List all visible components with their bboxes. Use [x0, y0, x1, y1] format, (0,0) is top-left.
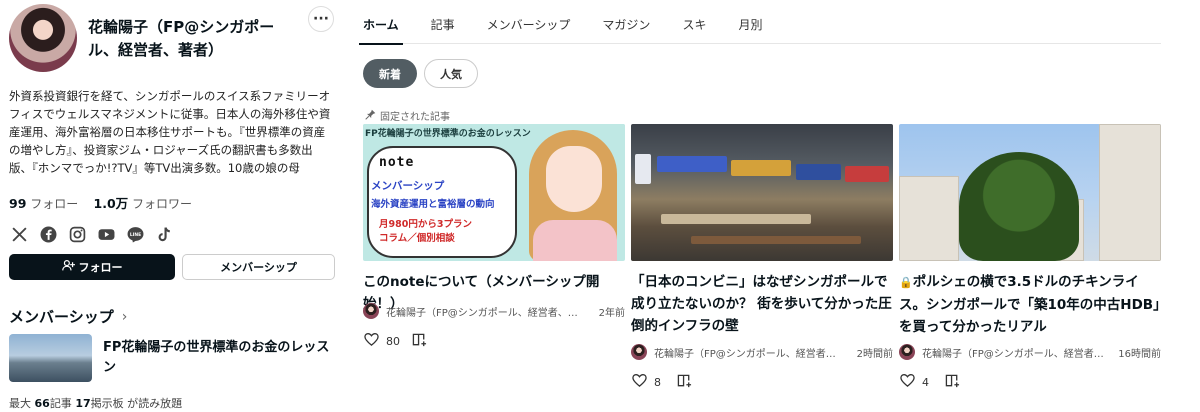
article-thumbnail[interactable]	[899, 124, 1161, 261]
photo-detail	[959, 152, 1079, 261]
facebook-icon[interactable]	[40, 226, 57, 243]
tab-membership[interactable]: メンバーシップ	[487, 0, 571, 44]
like-count: 80	[386, 334, 400, 348]
article-time: 16時間前	[1118, 348, 1161, 360]
like-count: 8	[654, 375, 661, 389]
photo-detail	[899, 176, 959, 261]
bookmark-icon[interactable]	[677, 373, 692, 391]
image-text-line: コラム／個別相談	[379, 233, 455, 244]
board-count: 17	[75, 397, 91, 410]
heart-icon[interactable]	[900, 373, 915, 391]
heart-icon[interactable]	[632, 373, 647, 391]
illustration-face	[546, 146, 602, 212]
article-label: 記事	[49, 397, 72, 410]
image-text-line: 海外資産運用と富裕層の動向	[371, 199, 495, 210]
article-title-text: ポルシェの横で3.5ドルのチキンライス。シンガポールで「築10年の中古HDB」を…	[899, 274, 1160, 335]
tab-home[interactable]: ホーム	[359, 0, 403, 45]
social-links: LINE	[11, 226, 173, 243]
author-name[interactable]: 花輪陽子（FP@シンガポール、経営者、…	[386, 304, 591, 319]
board-label: 掲示板 が読み放題	[90, 397, 183, 410]
pinned-text: 固定された記事	[380, 112, 450, 123]
article-title[interactable]: 🔒ポルシェの横で3.5ドルのチキンライス。シンガポールで「築10年の中古HDB」…	[899, 271, 1161, 338]
author-name[interactable]: 花輪陽子（FP@シンガポール、経営者…	[922, 345, 1110, 360]
tab-monthly[interactable]: 月別	[738, 0, 762, 44]
author-avatar[interactable]	[899, 344, 915, 360]
author-avatar[interactable]	[631, 344, 647, 360]
lock-icon: 🔒	[899, 276, 913, 289]
article-count: 66	[34, 397, 50, 410]
article-author-row: 花輪陽子（FP@シンガポール、経営者、… 2年前	[363, 303, 625, 319]
article-time: 2時間前	[856, 348, 893, 360]
tab-magazine[interactable]: マガジン	[602, 0, 650, 44]
follow-count[interactable]: 99	[9, 196, 26, 211]
chevron-right-icon: ›	[121, 308, 128, 325]
article-actions: 80	[364, 332, 427, 350]
filter-new[interactable]: 新着	[363, 59, 417, 88]
membership-meta: 最大 66記事 17掲示板 が読み放題	[9, 395, 182, 411]
pin-icon	[365, 109, 376, 123]
membership-heading[interactable]: メンバーシップ ›	[9, 306, 127, 327]
photo-detail	[845, 166, 889, 182]
membership-title[interactable]: FP花輪陽子の世界標準のお金のレッスン	[103, 338, 335, 378]
photo-detail	[796, 164, 841, 180]
follow-label[interactable]: フォロー	[30, 197, 78, 211]
heart-icon[interactable]	[364, 332, 379, 350]
photo-detail	[635, 154, 651, 184]
article-time: 2年前	[598, 307, 625, 319]
image-text-line: メンバーシップ	[371, 180, 445, 192]
follower-count[interactable]: 1.0万	[94, 196, 129, 211]
bookmark-icon[interactable]	[412, 332, 427, 350]
membership-thumbnail[interactable]	[9, 334, 92, 382]
tab-likes[interactable]: スキ	[682, 0, 706, 44]
profile-tabs: ホーム 記事 メンバーシップ マガジン スキ 月別	[359, 0, 1161, 45]
instagram-icon[interactable]	[69, 226, 86, 243]
follow-button[interactable]: フォロー	[9, 254, 175, 280]
illustration-body	[533, 220, 617, 261]
add-user-icon	[61, 259, 75, 275]
article-thumbnail[interactable]: FP花輪陽子の世界標準のお金のレッスン note メンバーシップ 海外資産運用と…	[363, 124, 625, 261]
filter-popular[interactable]: 人気	[424, 59, 478, 88]
photo-detail	[661, 214, 811, 224]
x-icon[interactable]	[11, 226, 28, 243]
photo-detail	[657, 156, 727, 172]
photo-detail	[1099, 124, 1161, 261]
article-author-row: 花輪陽子（FP@シンガポール、経営者… 16時間前	[899, 344, 1161, 360]
membership-heading-label: メンバーシップ	[9, 308, 114, 326]
speech-bubble: note メンバーシップ 海外資産運用と富裕層の動向 月980円から3プラン コ…	[367, 146, 517, 258]
line-icon[interactable]: LINE	[127, 226, 144, 243]
article-card[interactable]: 🔒ポルシェの横で3.5ドルのチキンライス。シンガポールで「築10年の中古HDB」…	[899, 124, 1161, 389]
photo-detail	[731, 160, 791, 176]
like-count: 4	[922, 375, 929, 389]
follow-stats: 99 フォロー 1.0万 フォロワー	[9, 193, 192, 212]
membership-button[interactable]: メンバーシップ	[182, 254, 335, 280]
article-thumbnail[interactable]	[631, 124, 893, 261]
follower-label[interactable]: フォロワー	[132, 197, 192, 211]
tab-articles[interactable]: 記事	[431, 0, 455, 44]
pinned-label: 固定された記事	[365, 108, 450, 123]
photo-detail	[691, 236, 861, 244]
author-avatar[interactable]	[363, 303, 379, 319]
article-actions: 8	[632, 373, 692, 391]
article-card[interactable]: 「日本のコンビニ」はなぜシンガポールで成り立たないのか？ 街を歩いて分かった圧倒…	[631, 124, 893, 389]
svg-text:LINE: LINE	[130, 232, 141, 238]
article-title[interactable]: 「日本のコンビニ」はなぜシンガポールで成り立たないのか？ 街を歩いて分かった圧倒…	[631, 271, 893, 337]
youtube-icon[interactable]	[98, 226, 115, 243]
tiktok-icon[interactable]	[156, 226, 173, 243]
profile-bio: 外資系投資銀行を経て、シンガポールのスイス系ファミリーオフィスでウェルスマネジメ…	[9, 89, 331, 175]
article-author-row: 花輪陽子（FP@シンガポール、経営者… 2時間前	[631, 344, 893, 360]
note-logo: note	[379, 155, 415, 170]
meta-prefix: 最大	[9, 397, 31, 410]
follow-button-label: フォロー	[78, 261, 123, 274]
article-actions: 4	[900, 373, 960, 391]
article-card[interactable]: FP花輪陽子の世界標準のお金のレッスン note メンバーシップ 海外資産運用と…	[363, 124, 625, 348]
author-name[interactable]: 花輪陽子（FP@シンガポール、経営者…	[654, 345, 849, 360]
bookmark-icon[interactable]	[945, 373, 960, 391]
avatar[interactable]	[9, 4, 77, 72]
profile-name: 花輪陽子（FP@シンガポール、経営者、著者）	[88, 18, 275, 59]
more-options-button[interactable]: ···	[308, 6, 334, 32]
image-text-line: 月980円から3プラン	[379, 219, 472, 230]
